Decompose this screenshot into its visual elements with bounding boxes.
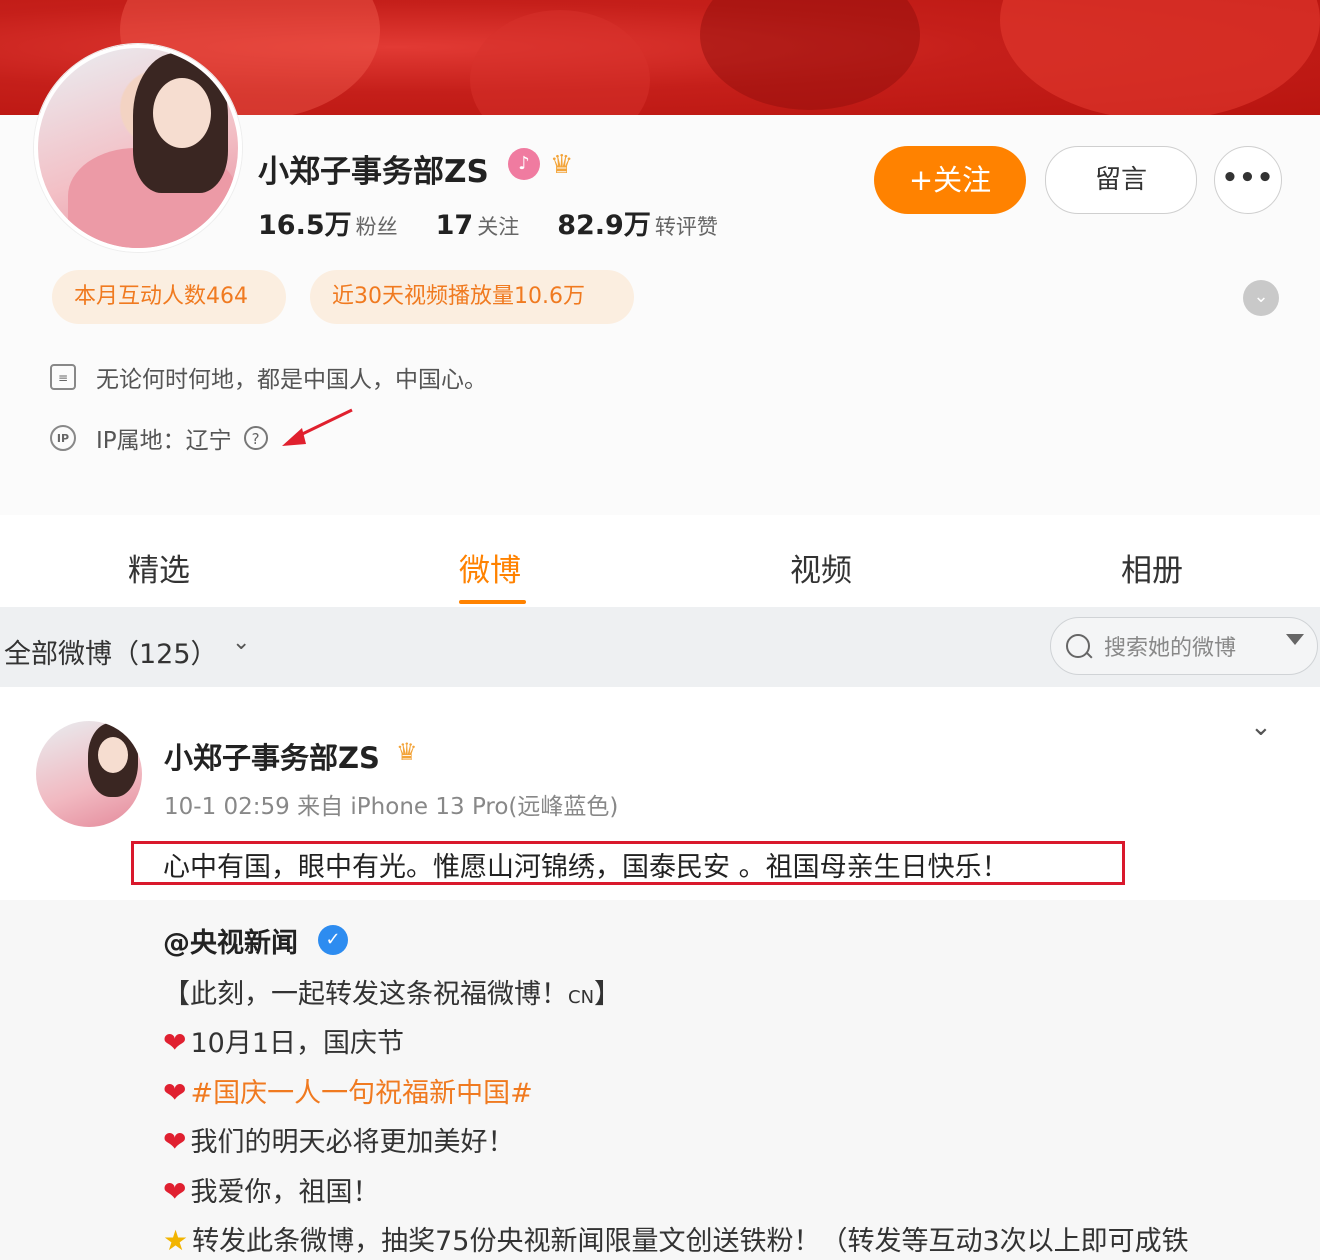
- heart-icon: ❤: [163, 1125, 187, 1158]
- interaction-count-tag[interactable]: 本月互动人数464: [52, 270, 286, 324]
- all-posts-filter[interactable]: 全部微博（125）: [4, 632, 218, 671]
- stat-number: 17: [435, 210, 474, 241]
- stat-number: 82.9万: [557, 210, 651, 241]
- crown-icon: ♛: [396, 738, 418, 766]
- help-icon[interactable]: ?: [243, 426, 268, 450]
- more-button[interactable]: •••: [1214, 146, 1282, 214]
- profile-avatar[interactable]: [34, 44, 242, 252]
- profile-stats: 16.5万 粉丝 17 关注 82.9万 转评赞: [258, 203, 718, 242]
- stat-label: 粉丝: [355, 215, 398, 239]
- chevron-down-icon[interactable]: ⌄: [232, 630, 250, 655]
- repost-line-4-text: 我们的明天必将更加美好！: [190, 1127, 515, 1158]
- repost-line-1-a: 【此刻，一起转发这条祝福微博！: [163, 979, 568, 1010]
- repost-line-1-b: 】: [594, 979, 622, 1010]
- annotation-highlight-box: [131, 841, 1125, 885]
- post-menu-chevron-icon[interactable]: ⌄: [1250, 712, 1272, 742]
- post-avatar[interactable]: [36, 721, 142, 827]
- active-tab-indicator: [459, 600, 526, 604]
- ip-text: IP属地：辽宁: [96, 428, 232, 454]
- verified-icon: ✓: [318, 925, 348, 955]
- video-plays-tag[interactable]: 近30天视频播放量10.6万: [310, 270, 634, 324]
- crown-icon[interactable]: ♛: [550, 150, 573, 180]
- repost-line-2-text: 10月1日，国庆节: [190, 1028, 405, 1059]
- heart-icon: ❤: [163, 1175, 187, 1208]
- stat-label: 转评赞: [654, 215, 718, 239]
- bio-row: ≡ 无论何时何地，都是中国人，中国心。: [50, 360, 487, 394]
- bio-text: 无论何时何地，都是中国人，中国心。: [96, 367, 487, 393]
- stat-following[interactable]: 17 关注: [436, 210, 520, 241]
- repost-line-5: ❤ 我爱你，祖国！: [163, 1170, 379, 1209]
- tab-video[interactable]: 视频: [790, 545, 852, 590]
- annotation-arrow-icon: [282, 408, 353, 446]
- tab-weibo[interactable]: 微博: [459, 545, 521, 590]
- follow-button[interactable]: +关注: [874, 146, 1026, 214]
- stat-fans[interactable]: 16.5万 粉丝: [258, 203, 398, 242]
- search-dropdown-icon[interactable]: [1286, 634, 1304, 645]
- heart-icon: ❤: [163, 1026, 187, 1059]
- heart-icon: ❤: [163, 1076, 187, 1109]
- ip-icon: IP: [50, 425, 76, 451]
- post-meta: 10-1 02:59 来自 iPhone 13 Pro(远峰蓝色): [164, 794, 619, 820]
- expand-chevron-icon[interactable]: ⌄: [1243, 280, 1279, 316]
- star-icon: ★: [163, 1224, 189, 1257]
- repost-line-6: ★ 转发此条微博，抽奖75份央视新闻限量文创送铁粉！（转发等互动3次以上即可成铁: [163, 1219, 1189, 1258]
- message-button[interactable]: 留言: [1045, 146, 1197, 214]
- repost-line-1: 【此刻，一起转发这条祝福微博！CN】: [163, 972, 621, 1011]
- repost-line-4: ❤ 我们的明天必将更加美好！: [163, 1120, 514, 1159]
- stat-interactions[interactable]: 82.9万 转评赞: [557, 203, 718, 242]
- stat-number: 16.5万: [258, 210, 352, 241]
- cn-text: CN: [568, 987, 595, 1008]
- repost-line-5-text: 我爱你，祖国！: [190, 1177, 380, 1208]
- search-placeholder: 搜索她的微博: [1104, 636, 1237, 661]
- tab-album[interactable]: 相册: [1121, 545, 1183, 590]
- hashtag-link[interactable]: #国庆一人一句祝福新中国#: [190, 1078, 532, 1109]
- bio-icon: ≡: [50, 364, 76, 390]
- profile-tabs: 精选 微博 视频 相册: [0, 515, 1320, 607]
- ip-row: IP IP属地：辽宁 ?: [50, 421, 268, 455]
- profile-name: 小郑子事务部ZS: [258, 154, 489, 190]
- tab-featured[interactable]: 精选: [128, 545, 190, 590]
- post-author[interactable]: 小郑子事务部ZS: [164, 735, 380, 777]
- repost-line-6-text: 转发此条微博，抽奖75份央视新闻限量文创送铁粉！（转发等互动3次以上即可成铁: [192, 1226, 1189, 1257]
- stat-label: 关注: [477, 215, 520, 239]
- repost-author[interactable]: @央视新闻: [163, 921, 298, 960]
- repost-line-2: ❤ 10月1日，国庆节: [163, 1021, 404, 1060]
- search-icon: [1066, 634, 1090, 658]
- repost-line-3: ❤ #国庆一人一句祝福新中国#: [163, 1071, 533, 1110]
- member-badge-icon[interactable]: ♪: [508, 148, 540, 180]
